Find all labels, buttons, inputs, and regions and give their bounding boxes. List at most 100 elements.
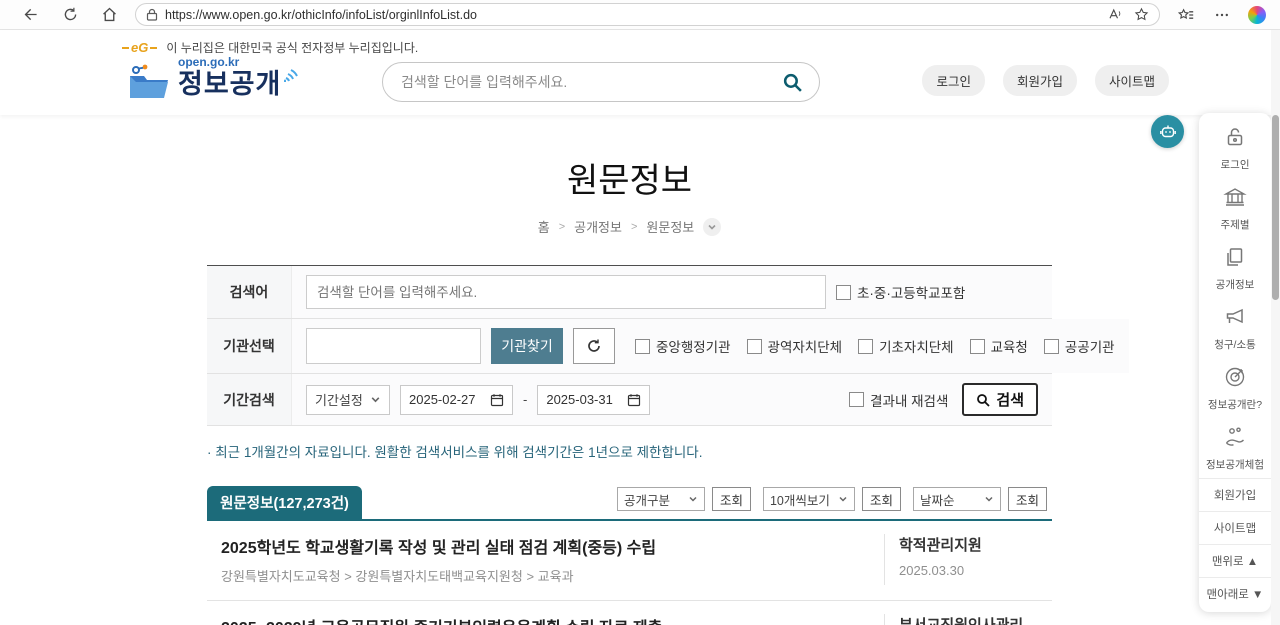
back-icon[interactable] xyxy=(23,6,40,23)
result-title[interactable]: 2025~2029년 교육공무직원 중기기본인력운용계획 수립 자료 제출 xyxy=(221,614,884,625)
chevron-down-icon xyxy=(689,496,697,502)
egov-mark-icon: eG xyxy=(120,40,159,55)
checkbox-icon[interactable] xyxy=(1043,338,1059,354)
lock-icon xyxy=(146,8,158,21)
keyword-input[interactable] xyxy=(306,275,826,309)
start-date-input[interactable]: 2025-02-27 xyxy=(400,384,513,415)
hand-icon xyxy=(1225,427,1244,446)
checkbox-icon[interactable] xyxy=(969,338,985,354)
page-title: 원문정보 xyxy=(566,162,693,200)
reset-org-button[interactable] xyxy=(573,328,615,364)
scroll-to-top-button[interactable]: 맨위로 ▲ xyxy=(1199,544,1271,577)
result-item-side: 부서교직원인사관리 2025.03.30 xyxy=(884,614,1052,625)
calendar-icon[interactable] xyxy=(490,393,504,407)
checkbox-icon[interactable] xyxy=(858,338,874,354)
quickmenu-sitemap-link[interactable]: 사이트맵 xyxy=(1199,511,1271,544)
refresh-icon xyxy=(588,339,600,352)
page-size-select[interactable]: 10개씩보기 xyxy=(762,487,855,511)
signal-waves-icon xyxy=(284,69,299,83)
quickmenu-open-info[interactable]: 공개정보 xyxy=(1199,238,1271,298)
url-text[interactable]: https://www.open.go.kr/othicInfo/infoLis… xyxy=(165,8,1095,22)
result-date: 2025.03.30 xyxy=(899,563,965,578)
disclosure-type-apply-button[interactable]: 조회 xyxy=(711,487,751,511)
chatbot-robot-icon xyxy=(1159,125,1176,137)
disclosure-type-select[interactable]: 공개구분 xyxy=(616,487,705,511)
school-include-checkbox[interactable]: 초·중·고등학교포함 xyxy=(836,282,965,302)
search-period-note: · 최근 1개월간의 자료입니다. 원활한 검색서비스를 위해 검색기간은 1년… xyxy=(207,445,703,460)
gov-banner-text: 이 누리집은 대한민국 공식 전자정부 누리집입니다. xyxy=(166,41,419,55)
result-item-main[interactable]: 2025~2029년 교육공무직원 중기기본인력운용계획 수립 자료 제출 충청… xyxy=(221,614,884,625)
copilot-icon[interactable] xyxy=(1248,5,1266,24)
address-bar[interactable]: https://www.open.go.kr/othicInfo/infoLis… xyxy=(135,3,1160,26)
results-count-tab[interactable]: 원문정보(127,273건) xyxy=(207,486,362,519)
keyword-label: 검색어 xyxy=(207,266,292,318)
sitemap-link[interactable]: 사이트맵 xyxy=(1094,65,1169,96)
quickmenu-what-is[interactable]: 정보공개란? xyxy=(1199,358,1271,418)
checkbox-icon[interactable] xyxy=(836,284,851,300)
search-button[interactable]: 검색 xyxy=(962,383,1038,416)
results-section: 원문정보(127,273건) 공개구분 조회 10개씩보기 조회 날짜순 조회 … xyxy=(207,486,1052,625)
result-org-path: 강원특별자치도교육청 > 강원특별자치도태백교육지원청 > 교육과 xyxy=(221,569,574,584)
chatbot-button[interactable] xyxy=(1151,115,1184,148)
result-item: 2025~2029년 교육공무직원 중기기본인력운용계획 수립 자료 제출 충청… xyxy=(207,601,1052,625)
page-size-apply-button[interactable]: 조회 xyxy=(861,487,901,511)
search-icon[interactable] xyxy=(782,72,803,93)
org-type-edu-office-checkbox[interactable]: 교육청 xyxy=(969,336,1028,356)
org-row: 기관선택 기관찾기 중앙행정기관 광역자치단체 기초자치단체 교육청 공공기관 xyxy=(207,319,1129,374)
quickmenu-login[interactable]: 로그인 xyxy=(1199,118,1271,178)
search-within-results-checkbox[interactable]: 결과내 재검색 xyxy=(849,390,948,410)
scrollbar-track[interactable] xyxy=(1271,30,1280,625)
site-logo[interactable]: open.go.kr 정보공개 xyxy=(128,56,301,100)
header-search-input[interactable] xyxy=(401,74,782,90)
refresh-icon[interactable] xyxy=(62,6,79,23)
scrollbar-thumb[interactable] xyxy=(1272,115,1279,300)
result-item-main[interactable]: 2025학년도 학교생활기록 작성 및 관리 실태 점검 계획(중등) 수립 강… xyxy=(221,534,884,585)
breadcrumb-expand-button[interactable] xyxy=(703,217,722,236)
result-dept: 학적관리지원 xyxy=(899,537,982,554)
megaphone-icon xyxy=(1226,308,1243,324)
favorite-star-icon[interactable] xyxy=(1134,7,1149,22)
date-range-separator: - xyxy=(523,392,528,407)
quickmenu-signup-link[interactable]: 회원가입 xyxy=(1199,478,1271,511)
scroll-to-bottom-button[interactable]: 맨아래로 ▼ xyxy=(1199,577,1271,610)
checkbox-icon[interactable] xyxy=(746,338,762,354)
browser-window: https://www.open.go.kr/othicInfo/infoLis… xyxy=(0,0,1280,625)
login-link[interactable]: 로그인 xyxy=(922,65,985,96)
find-org-button[interactable]: 기관찾기 xyxy=(491,328,563,364)
read-aloud-icon[interactable] xyxy=(1107,7,1122,22)
breadcrumb-open-info[interactable]: 공개정보 xyxy=(574,217,622,236)
home-icon[interactable] xyxy=(101,6,118,23)
results-filters: 공개구분 조회 10개씩보기 조회 날짜순 조회 xyxy=(616,487,1052,519)
org-type-public-checkbox[interactable]: 공공기관 xyxy=(1043,336,1115,356)
quickmenu-request[interactable]: 청구/소통 xyxy=(1199,298,1271,358)
search-icon xyxy=(977,393,991,407)
search-form: 검색어 초·중·고등학교포함 기관선택 기관찾기 xyxy=(207,265,1129,426)
sort-order-apply-button[interactable]: 조회 xyxy=(1007,487,1047,511)
sort-order-select[interactable]: 날짜순 xyxy=(912,487,1001,511)
org-input[interactable] xyxy=(306,328,481,364)
signup-link[interactable]: 회원가입 xyxy=(1002,65,1077,96)
breadcrumb: 홈 > 공개정보 > 원문정보 xyxy=(207,217,1052,236)
org-type-central-checkbox[interactable]: 중앙행정기관 xyxy=(635,336,731,356)
breadcrumb-current[interactable]: 원문정보 xyxy=(646,217,694,236)
period-type-select[interactable]: 기간설정 xyxy=(306,384,390,415)
result-item: 2025학년도 학교생활기록 작성 및 관리 실태 점검 계획(중등) 수립 강… xyxy=(207,521,1052,601)
checkbox-icon[interactable] xyxy=(635,338,650,354)
checkbox-icon[interactable] xyxy=(849,392,865,407)
settings-dots-icon[interactable] xyxy=(1214,7,1230,23)
breadcrumb-home[interactable]: 홈 xyxy=(538,217,550,236)
org-label: 기관선택 xyxy=(207,319,292,373)
gov-banner: eG 이 누리집은 대한민국 공식 전자정부 누리집입니다. xyxy=(120,39,418,56)
result-title[interactable]: 2025학년도 학교생활기록 작성 및 관리 실태 점검 계획(중등) 수립 xyxy=(221,534,884,558)
target-icon xyxy=(1225,367,1245,387)
period-label: 기간검색 xyxy=(207,374,292,425)
quickmenu-by-topic[interactable]: 주제별 xyxy=(1199,178,1271,238)
collections-icon[interactable] xyxy=(1178,7,1194,23)
org-type-basic-checkbox[interactable]: 기초자치단체 xyxy=(858,336,954,356)
breadcrumb-separator: > xyxy=(630,220,638,233)
quickmenu-experience[interactable]: 정보공개체험 xyxy=(1199,418,1271,478)
result-item-side: 학적관리지원 2025.03.30 xyxy=(884,534,1052,585)
calendar-icon[interactable] xyxy=(627,393,641,407)
org-type-metro-checkbox[interactable]: 광역자치단체 xyxy=(746,336,842,356)
end-date-input[interactable]: 2025-03-31 xyxy=(537,384,651,415)
